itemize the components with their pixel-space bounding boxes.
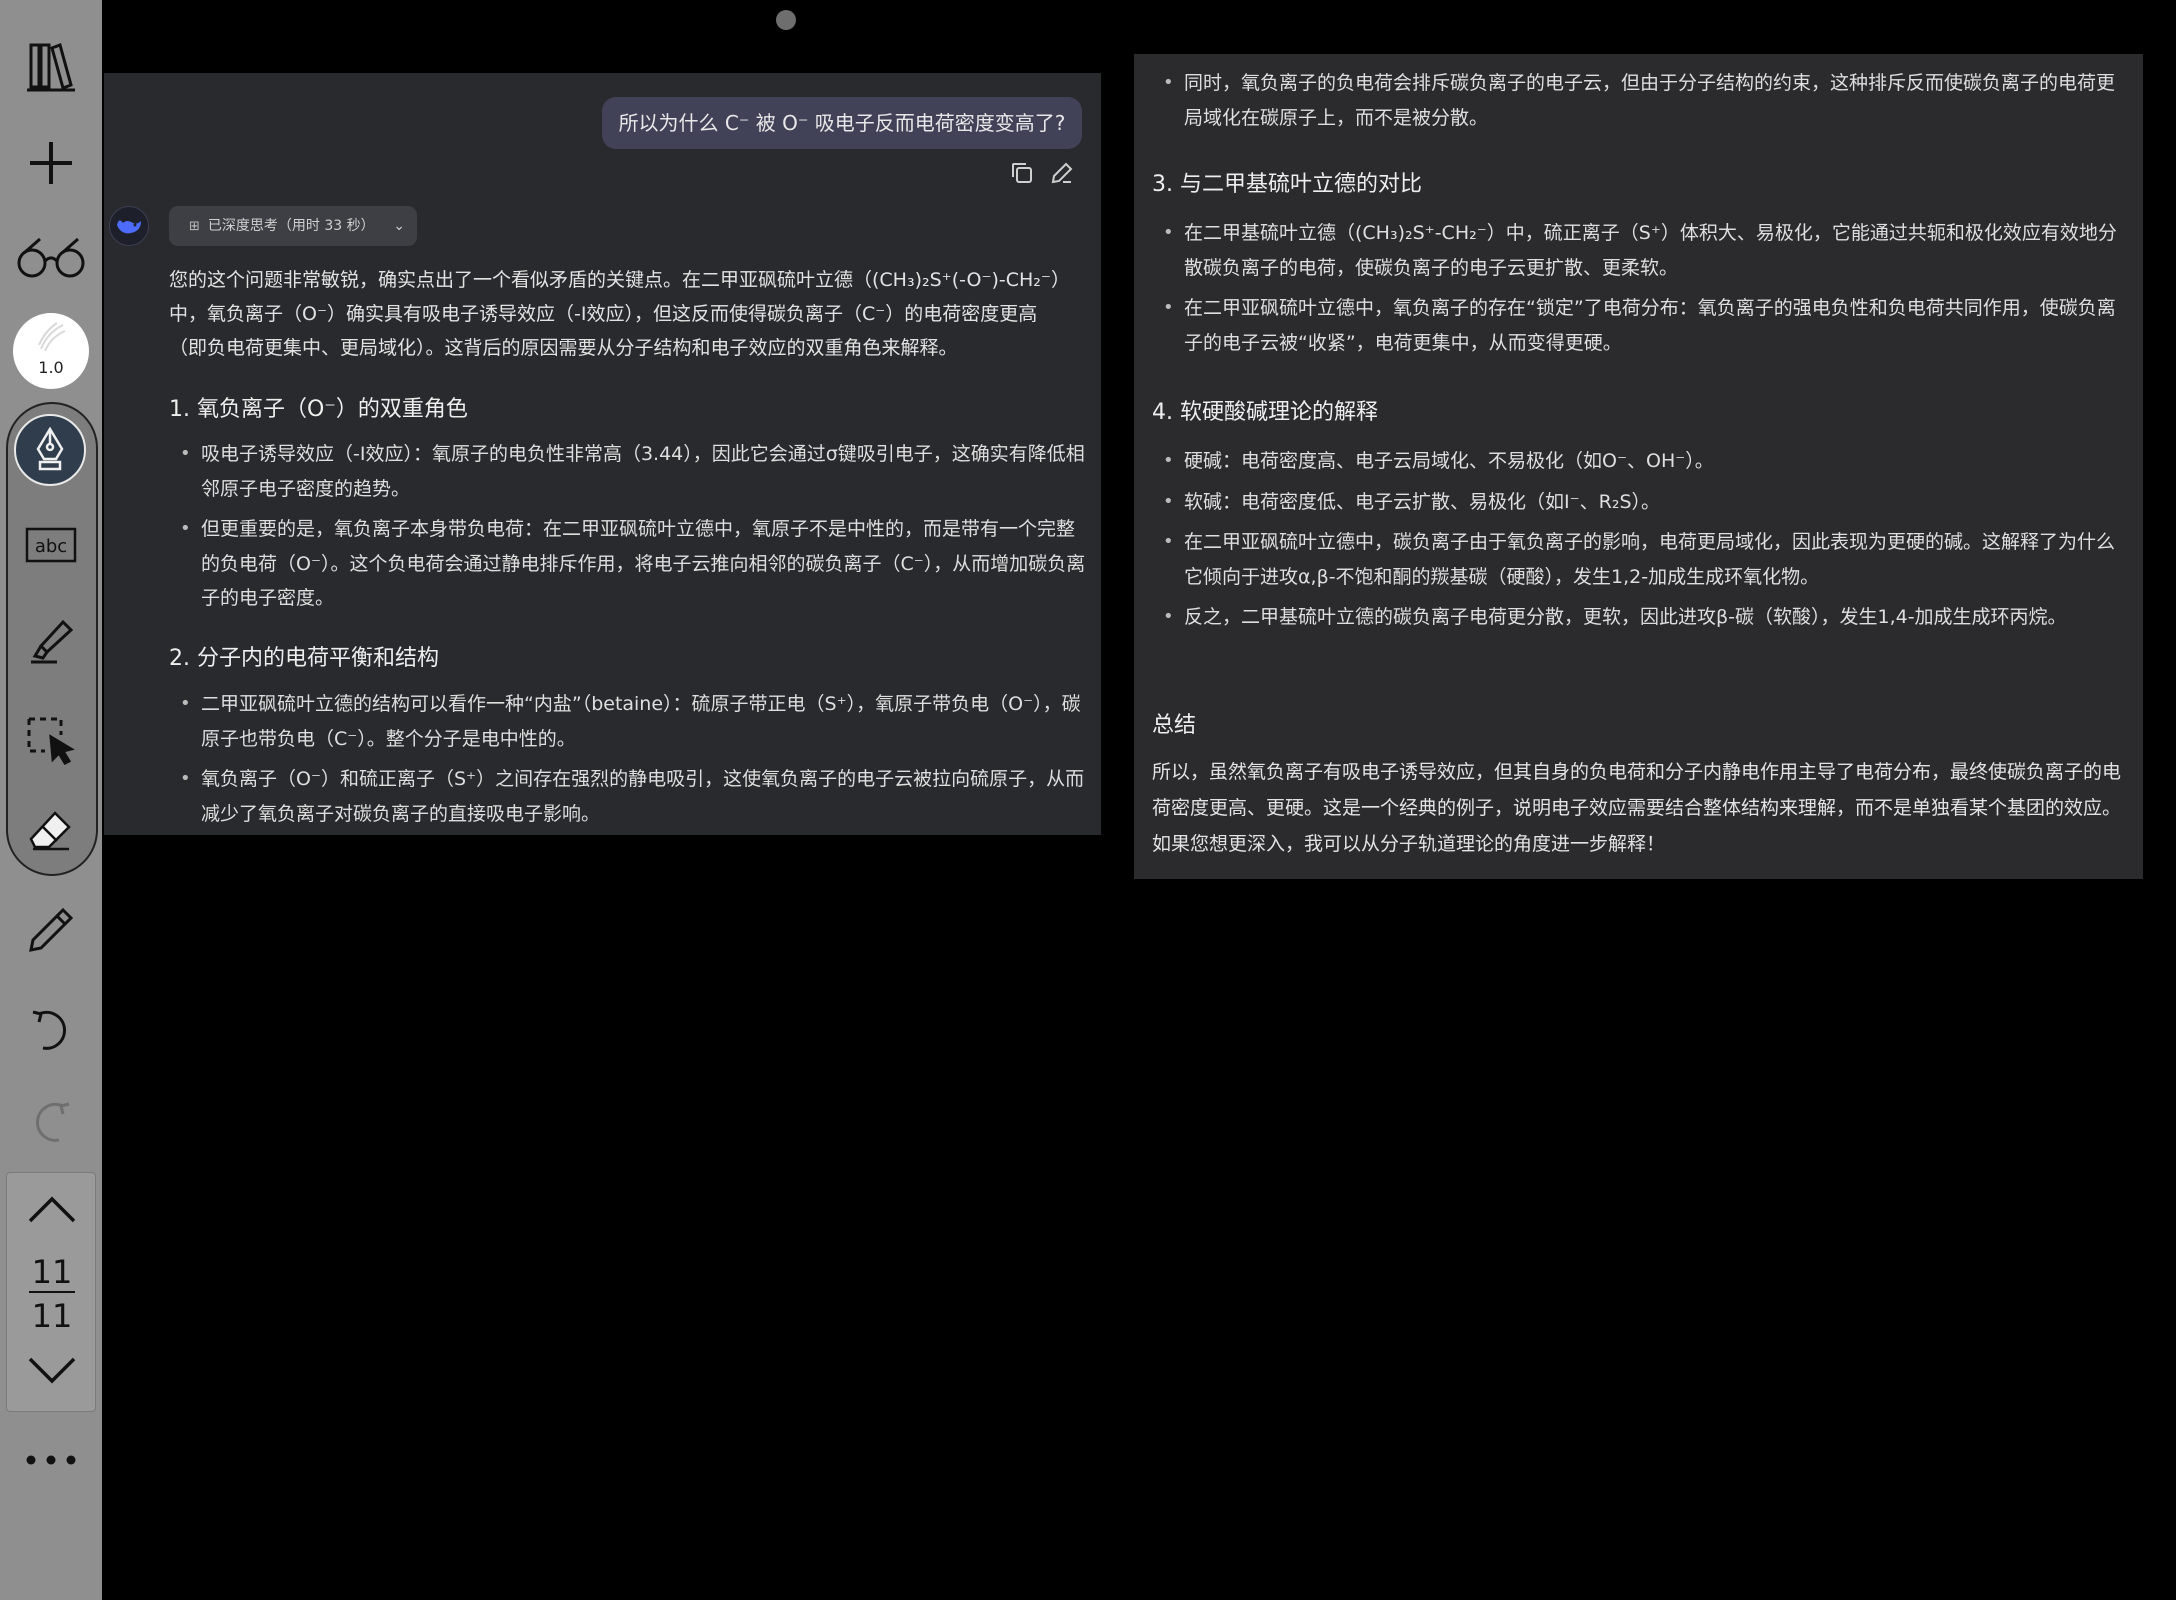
tool-sidebar: 1.0 abc 11 11 (0, 0, 102, 1600)
list-item: 吸电子诱导效应（-I效应）：氧原子的电负性非常高（3.44），因此它会通过σ键吸… (169, 437, 1089, 506)
chevron-up-icon[interactable] (7, 1195, 97, 1223)
chevron-down-icon[interactable] (7, 1357, 97, 1385)
list-item: 硬碱：电荷密度高、电子云局域化、不易极化（如O⁻、OH⁻）。 (1152, 444, 2127, 479)
chat-screenshot-right: 同时，氧负离子的负电荷会排斥碳负离子的电子云，但由于分子结构的约束，这种排斥反而… (1134, 54, 2143, 879)
copy-icon[interactable] (1010, 161, 1034, 189)
camera-dot (776, 10, 796, 30)
whale-logo-icon (117, 220, 141, 234)
section-1-heading: 1. 氧负离子（O⁻）的双重角色 (169, 397, 468, 422)
intro-paragraph: 您的这个问题非常敏锐，确实点出了一个看似矛盾的关键点。在二甲亚砜硫叶立德（(CH… (169, 269, 1070, 359)
pencil-icon[interactable] (0, 904, 102, 956)
chevron-down-icon: ⌄ (393, 218, 405, 234)
current-page-number: 11 (31, 1253, 73, 1291)
list-item: 但更重要的是，氧负离子本身带负电荷：在二甲亚砜硫叶立德中，氧原子不是中性的，而是… (169, 512, 1089, 616)
more-icon[interactable] (0, 1446, 102, 1474)
list-item: 二甲亚砜硫叶立德的结构可以看作一种“内盐”（betaine）：硫原子带正电（S⁺… (169, 687, 1089, 756)
section-4-heading: 4. 软硬酸碱理论的解释 (1152, 400, 1378, 425)
library-icon[interactable] (0, 36, 102, 96)
fountain-pen-tool[interactable] (14, 414, 86, 486)
summary-heading: 总结 (1152, 713, 1197, 738)
list-item: 同时，氧负离子的负电荷会排斥碳负离子的电子云，但由于分子结构的约束，这种排斥反而… (1152, 66, 2127, 135)
section-3-list: 在二甲基硫叶立德（(CH₃)₂S⁺-CH₂⁻）中，硫正离子（S⁺）体积大、易极化… (1152, 216, 2127, 366)
eraser-icon[interactable] (0, 804, 102, 856)
total-page-count: 11 (31, 1297, 73, 1335)
fountain-pen-icon (36, 427, 64, 471)
add-icon[interactable] (0, 136, 102, 190)
lasso-select-icon[interactable] (0, 714, 102, 768)
page-navigator: 11 11 (6, 1172, 96, 1412)
assistant-avatar (109, 206, 149, 246)
section-2-heading: 2. 分子内的电荷平衡和结构 (169, 646, 439, 671)
list-item: 反之，二甲基硫叶立德的碳负离子电荷更分散，更软，因此进攻β-碳（软酸），发生1,… (1152, 600, 2127, 635)
section-2-list: 二甲亚砜硫叶立德的结构可以看作一种“内盐”（betaine）：硫原子带正电（S⁺… (169, 687, 1089, 835)
list-item: 氧负离子（O⁻）和硫正离子（S⁺）之间存在强烈的静电吸引，这使氧负离子的电子云被… (169, 762, 1089, 831)
edit-icon[interactable] (1050, 161, 1074, 189)
list-item: 在二甲基硫叶立德（(CH₃)₂S⁺-CH₂⁻）中，硫正离子（S⁺）体积大、易极化… (1152, 216, 2127, 285)
highlighter-icon[interactable] (0, 614, 102, 666)
brush-icon (38, 322, 66, 352)
glasses-icon[interactable] (0, 232, 102, 282)
atom-icon: ⊞ (189, 219, 200, 234)
list-item: 软碱：电荷密度低、电子云扩散、易极化（如I⁻、R₂S）。 (1152, 485, 2127, 520)
deep-think-label: 已深度思考（用时 33 秒） (207, 218, 375, 234)
list-item: 在二甲亚砜硫叶立德中，碳负离子由于氧负离子的影响，电荷更局域化，因此表现为更硬的… (1152, 525, 2127, 594)
undo-icon[interactable] (0, 1004, 102, 1056)
section-1-list: 吸电子诱导效应（-I效应）：氧原子的电负性非常高（3.44），因此它会通过σ键吸… (169, 437, 1089, 622)
section-4-list: 硬碱：电荷密度高、电子云局域化、不易极化（如O⁻、OH⁻）。 软碱：电荷密度低、… (1152, 444, 2127, 641)
section-3-heading: 3. 与二甲基硫叶立德的对比 (1152, 172, 1422, 197)
chat-screenshot-left: 所以为什么 C⁻ 被 O⁻ 吸电子反而电荷密度变高了? ⊞ 已深度思考（用时 33… (104, 73, 1101, 835)
page-divider (29, 1291, 75, 1293)
brush-width-value: 1.0 (38, 358, 64, 377)
list-item: 在二甲亚砜硫叶立德中，氧负离子的存在“锁定”了电荷分布：氧负离子的强电负性和负电… (1152, 291, 2127, 360)
text-box-icon[interactable]: abc (0, 522, 102, 568)
redo-icon[interactable] (0, 1096, 102, 1148)
summary-paragraph: 所以，虽然氧负离子有吸电子诱导效应，但其自身的负电荷和分子内静电作用主导了电荷分… (1152, 761, 2122, 855)
user-message: 所以为什么 C⁻ 被 O⁻ 吸电子反而电荷密度变高了? (602, 97, 1082, 149)
deep-think-toggle[interactable]: ⊞ 已深度思考（用时 33 秒） ⌄ (169, 206, 417, 246)
svg-text:abc: abc (35, 536, 67, 557)
brush-width-button[interactable]: 1.0 (13, 313, 89, 389)
carryover-list: 同时，氧负离子的负电荷会排斥碳负离子的电子云，但由于分子结构的约束，这种排斥反而… (1152, 66, 2127, 141)
